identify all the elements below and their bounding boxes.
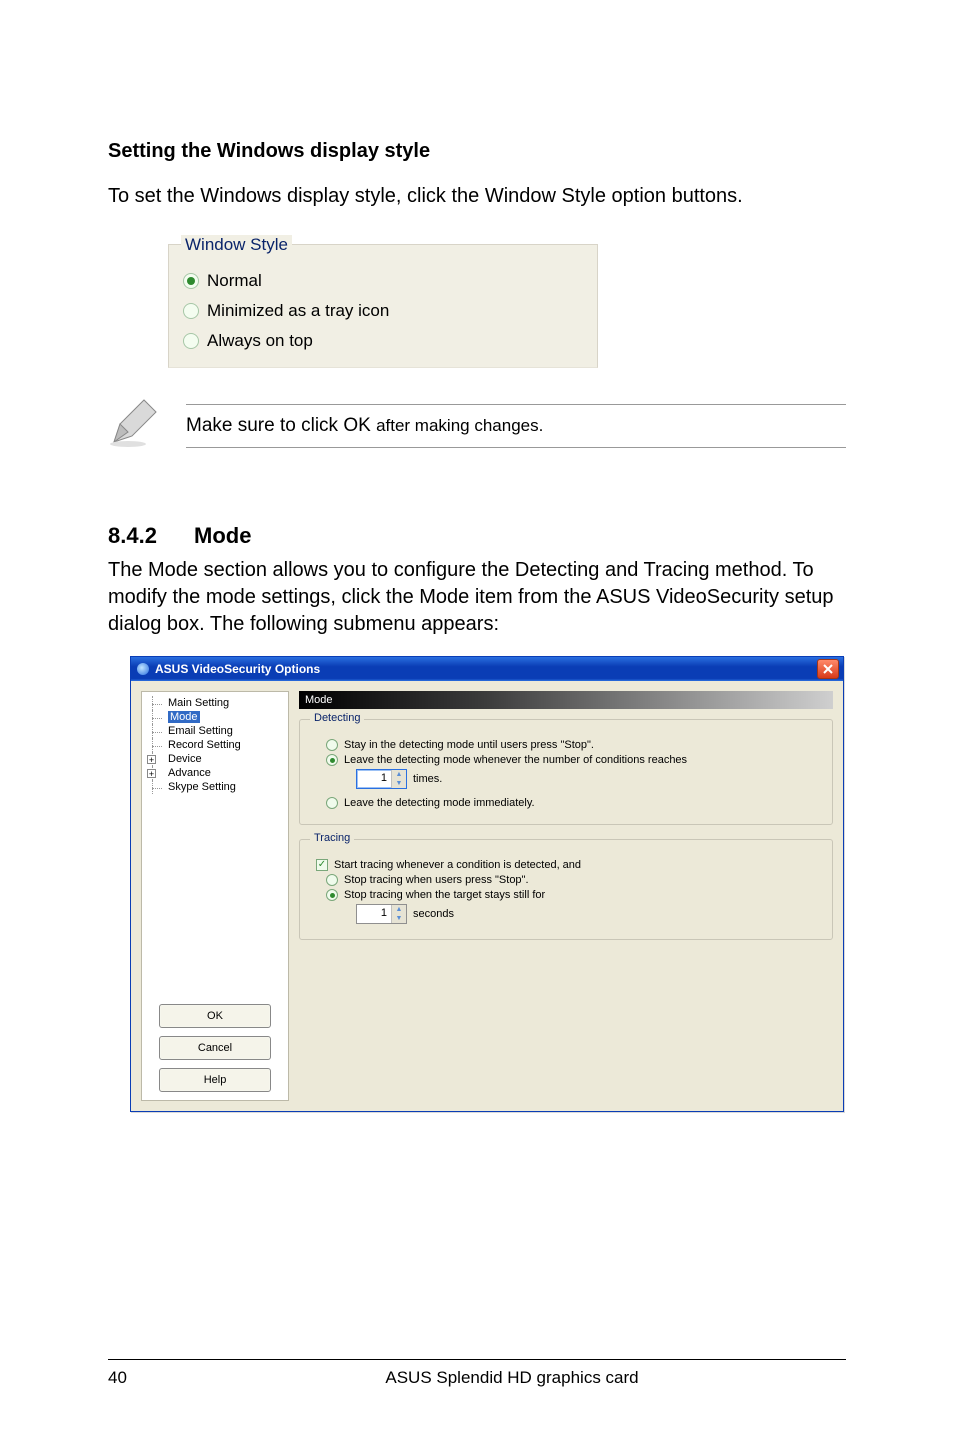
tracing-groupbox: Tracing ✓ Start tracing whenever a condi… <box>299 839 833 940</box>
option-label: Stop tracing when users press "Stop". <box>344 874 529 886</box>
section-title: Mode <box>194 523 251 548</box>
detecting-opt-leave-immediately[interactable]: Leave the detecting mode immediately. <box>312 797 820 809</box>
option-label: Stay in the detecting mode until users p… <box>344 739 594 751</box>
detecting-opt-leave-count[interactable]: Leave the detecting mode whenever the nu… <box>312 754 820 766</box>
radio-icon <box>183 303 199 319</box>
radio-icon <box>326 739 338 751</box>
dialog-titlebar: ASUS VideoSecurity Options <box>131 657 843 681</box>
detecting-groupbox: Detecting Stay in the detecting mode unt… <box>299 719 833 825</box>
spinner-value: 1 <box>357 905 391 923</box>
seconds-spinner[interactable]: 1 ▲▼ <box>356 904 407 924</box>
cancel-button[interactable]: Cancel <box>159 1036 271 1060</box>
seconds-suffix: seconds <box>413 908 454 920</box>
heading-set-window-style: Setting the Windows display style <box>108 140 846 163</box>
tracing-seconds-row: 1 ▲▼ seconds <box>312 904 820 924</box>
detecting-opt-stay[interactable]: Stay in the detecting mode until users p… <box>312 739 820 751</box>
detecting-times-row: 1 ▲▼ times. <box>312 769 820 789</box>
note-text: Make sure to click OK after making chang… <box>186 404 846 448</box>
tree-item-mode[interactable]: Mode <box>144 710 286 724</box>
app-icon <box>137 663 149 675</box>
times-suffix: times. <box>413 773 442 785</box>
radio-label: Normal <box>207 271 262 291</box>
option-label: Stop tracing when the target stays still… <box>344 889 545 901</box>
tree-item-skype-setting[interactable]: Skype Setting <box>144 780 286 794</box>
intro-paragraph: To set the Windows display style, click … <box>108 183 846 210</box>
content-header: Mode <box>299 691 833 709</box>
tracing-opt-stop-still[interactable]: Stop tracing when the target stays still… <box>312 889 820 901</box>
radio-normal[interactable]: Normal <box>183 271 583 291</box>
tree-item-email-setting[interactable]: Email Setting <box>144 724 286 738</box>
checkbox-icon: ✓ <box>316 859 328 871</box>
tree-item-device[interactable]: +Device <box>144 752 286 766</box>
radio-icon <box>183 333 199 349</box>
tracing-legend: Tracing <box>310 832 354 844</box>
expand-icon[interactable]: + <box>147 769 156 778</box>
ok-button[interactable]: OK <box>159 1004 271 1028</box>
dialog-title: ASUS VideoSecurity Options <box>155 662 320 676</box>
spinner-buttons[interactable]: ▲▼ <box>391 770 406 788</box>
expand-icon[interactable]: + <box>147 755 156 764</box>
times-spinner[interactable]: 1 ▲▼ <box>356 769 407 789</box>
radio-minimized-tray[interactable]: Minimized as a tray icon <box>183 301 583 321</box>
pencil-icon <box>108 398 158 453</box>
help-button[interactable]: Help <box>159 1068 271 1092</box>
radio-icon <box>326 874 338 886</box>
tree-item-record-setting[interactable]: Record Setting <box>144 738 286 752</box>
radio-always-on-top[interactable]: Always on top <box>183 331 583 351</box>
footer-text: ASUS Splendid HD graphics card <box>178 1368 846 1388</box>
content-pane: Mode Detecting Stay in the detecting mod… <box>299 691 833 1101</box>
radio-label: Minimized as a tray icon <box>207 301 389 321</box>
note-prefix: Make sure to click OK <box>186 415 376 436</box>
tree-item-main-setting[interactable]: Main Setting <box>144 696 286 710</box>
tracing-start-checkbox-row[interactable]: ✓ Start tracing whenever a condition is … <box>312 859 820 871</box>
window-style-legend: Window Style <box>181 235 292 255</box>
spinner-buttons[interactable]: ▲▼ <box>391 905 406 923</box>
radio-icon <box>326 797 338 809</box>
radio-icon <box>326 889 338 901</box>
section-heading-842: 8.4.2Mode <box>108 523 846 549</box>
detecting-legend: Detecting <box>310 712 364 724</box>
radio-icon <box>183 273 199 289</box>
videosecurity-options-dialog: ASUS VideoSecurity Options Main Setting … <box>130 656 844 1112</box>
option-label: Leave the detecting mode immediately. <box>344 797 535 809</box>
tree-item-advance[interactable]: +Advance <box>144 766 286 780</box>
close-button[interactable] <box>817 659 839 679</box>
window-style-groupbox: Window Style Normal Minimized as a tray … <box>168 244 598 368</box>
section-body: The Mode section allows you to configure… <box>108 557 846 638</box>
section-number: 8.4.2 <box>108 523 194 549</box>
checkbox-label: Start tracing whenever a condition is de… <box>334 859 581 871</box>
option-label: Leave the detecting mode whenever the nu… <box>344 754 687 766</box>
tracing-opt-stop-press[interactable]: Stop tracing when users press "Stop". <box>312 874 820 886</box>
page-footer: 40 ASUS Splendid HD graphics card <box>108 1359 846 1388</box>
radio-label: Always on top <box>207 331 313 351</box>
note-suffix: after making changes. <box>376 416 543 435</box>
note-row: Make sure to click OK after making chang… <box>108 398 846 453</box>
radio-icon <box>326 754 338 766</box>
settings-tree[interactable]: Main Setting Mode Email Setting Record S… <box>141 691 289 1101</box>
spinner-value: 1 <box>357 770 391 788</box>
page-number: 40 <box>108 1368 178 1388</box>
